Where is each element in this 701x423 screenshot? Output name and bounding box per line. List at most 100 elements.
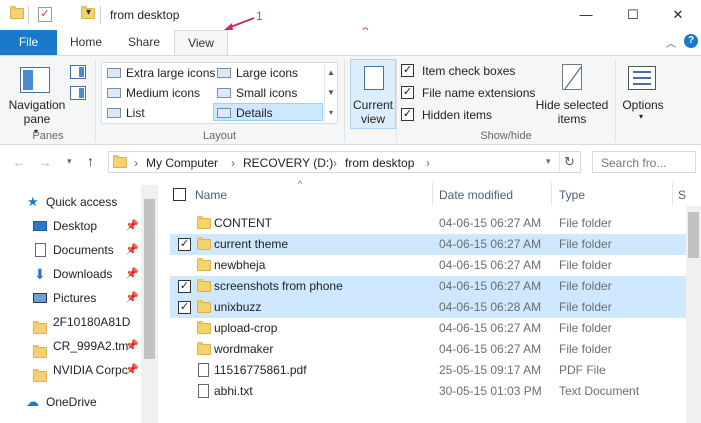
file-name: upload-crop [214,321,278,335]
file-type: File folder [559,258,612,272]
maximize-button[interactable]: ☐ [610,0,656,30]
group-label-layout: Layout [202,130,237,142]
options-icon[interactable] [628,66,656,90]
table-row[interactable]: wordmaker 04-06-15 06:27 AM File folder [170,339,686,360]
close-button[interactable]: ✕ [655,0,701,30]
divider [615,60,616,142]
layout-large-icons[interactable]: Large icons [214,64,298,82]
layout-small-icons[interactable]: Small icons [214,84,297,102]
row-checkbox[interactable]: ✓ [178,238,191,251]
file-list: ^ Name Date modified Type S CONTENT 04-06… [160,179,701,423]
view-icon [217,108,231,118]
table-row[interactable]: ✓ unixbuzz 04-06-15 06:28 AM File folder [170,297,686,318]
file-list-scrollbar[interactable] [686,206,701,423]
back-icon[interactable]: ← [12,154,26,170]
checkbox-checked-icon: ✓ [401,64,414,77]
hide-selected-items-button[interactable]: Hide selected items [532,98,612,126]
table-row[interactable]: newbheja 04-06-15 06:27 AM File folder [170,255,686,276]
nav-item-onedrive[interactable]: ☁ OneDrive [0,390,140,414]
tab-share[interactable]: Share [122,30,166,55]
folder-icon [33,345,47,358]
chevron-right-icon[interactable]: › [231,156,235,170]
options-button[interactable]: Options [618,98,668,112]
item-check-boxes-toggle[interactable]: ✓ Item check boxes [401,62,515,80]
column-header-name[interactable]: Name [195,184,227,206]
sort-ascending-icon: ^ [298,179,303,189]
layout-scroll[interactable]: ▲ ▼ ▾ [324,63,337,123]
scrollbar-thumb [144,199,155,359]
divider [396,60,397,142]
help-icon[interactable]: ? [684,34,698,48]
address-history-icon[interactable]: ▾ [546,156,551,167]
table-row[interactable]: 11516775861.pdf 25-05-15 09:17 AM PDF File [170,360,686,381]
address-field[interactable]: › My Computer › RECOVERY (D:) › from des… [108,151,581,173]
nav-scrollbar[interactable] [141,185,158,423]
refresh-icon[interactable]: ↻ [564,154,575,170]
pin-icon: 📌 [125,220,139,232]
minimize-button[interactable]: — [563,0,609,30]
nav-item-pictures[interactable]: Pictures 📌 [0,286,140,310]
breadcrumb-my-computer[interactable]: My Computer [146,156,218,170]
chevron-right-icon[interactable]: › [426,156,430,170]
nav-item-quick-access[interactable]: ★ Quick access [0,190,140,214]
nav-item-downloads[interactable]: ⬇ Downloads 📌 [0,262,140,286]
folder-icon [113,155,127,168]
column-header-type[interactable]: Type [559,184,585,206]
desktop-icon [33,221,47,231]
table-row[interactable]: abhi.txt 30-05-15 01:03 PM Text Document [170,381,686,402]
divider [28,6,29,24]
pin-icon: 📌 [125,244,139,256]
row-checkbox[interactable]: ✓ [178,280,191,293]
folder-icon [197,258,211,274]
details-pane-icon[interactable] [70,86,86,100]
current-view-button[interactable]: Current view [350,59,396,129]
table-row[interactable]: ✓ screenshots from phone 04-06-15 06:27 AM… [170,276,686,297]
nav-item-documents[interactable]: Documents 📌 [0,238,140,262]
folder-icon [197,300,211,316]
layout-list[interactable]: List [104,104,145,122]
select-all-checkbox[interactable] [173,188,186,201]
nav-item-desktop[interactable]: Desktop 📌 [0,214,140,238]
tab-file[interactable]: File [0,30,57,55]
file-type: File folder [559,321,612,335]
nav-item-2f10180a81d[interactable]: 2F10180A81D [0,310,140,334]
row-checkbox[interactable]: ✓ [178,301,191,314]
forward-icon[interactable]: → [38,154,52,170]
divider [95,60,96,142]
preview-pane-icon[interactable] [70,65,86,79]
nav-item-cr-999a2[interactable]: CR_999A2.tm 📌 [0,334,140,358]
navigation-pane-icon[interactable] [20,67,50,93]
hidden-items-toggle[interactable]: ✓ Hidden items [401,106,492,124]
file-date: 25-05-15 09:17 AM [439,363,542,377]
properties-icon[interactable]: ✓ [38,7,52,22]
breadcrumb-recovery[interactable]: RECOVERY (D:) [243,156,333,170]
file-name: abhi.txt [214,384,253,398]
navigation-pane-button[interactable]: Navigation pane [4,98,70,126]
file-name-extensions-toggle[interactable]: ✓ File name extensions [401,84,535,102]
table-row[interactable]: CONTENT 04-06-15 06:27 AM File folder [170,213,686,234]
tab-home[interactable]: Home [64,30,108,55]
chevron-right-icon[interactable]: › [333,156,337,170]
pictures-icon [33,293,47,303]
file-date: 04-06-15 06:27 AM [439,216,542,230]
recent-locations-icon[interactable]: ▾ [67,156,72,167]
title-bar: ✓ ▾ from desktop 1 — ☐ ✕ [0,0,701,30]
nav-item-nvidia[interactable]: NVIDIA Corpc 📌 [0,358,140,382]
layout-details[interactable]: Details [213,103,323,121]
up-icon[interactable]: ↑ [87,153,94,169]
view-icon [107,108,121,118]
column-header-date[interactable]: Date modified [439,184,513,206]
table-row[interactable]: upload-crop 04-06-15 06:27 AM File folder [170,318,686,339]
breadcrumb-from-desktop[interactable]: from desktop [345,156,414,170]
tab-view[interactable]: View [174,30,228,56]
customize-quick-access-icon[interactable]: ▾ [86,7,91,18]
chevron-right-icon[interactable]: › [134,156,138,170]
layout-extra-large-icons[interactable]: Extra large icons [104,64,215,82]
folder-icon [197,279,211,295]
layout-medium-icons[interactable]: Medium icons [104,84,200,102]
table-row[interactable]: ✓ current theme 04-06-15 06:27 AM File fold… [170,234,686,255]
column-header-size[interactable]: S [678,184,686,206]
collapse-ribbon-icon[interactable]: ︿ [666,35,676,50]
search-input[interactable]: Search fro... [592,151,696,173]
checkbox-checked-icon: ✓ [401,86,414,99]
